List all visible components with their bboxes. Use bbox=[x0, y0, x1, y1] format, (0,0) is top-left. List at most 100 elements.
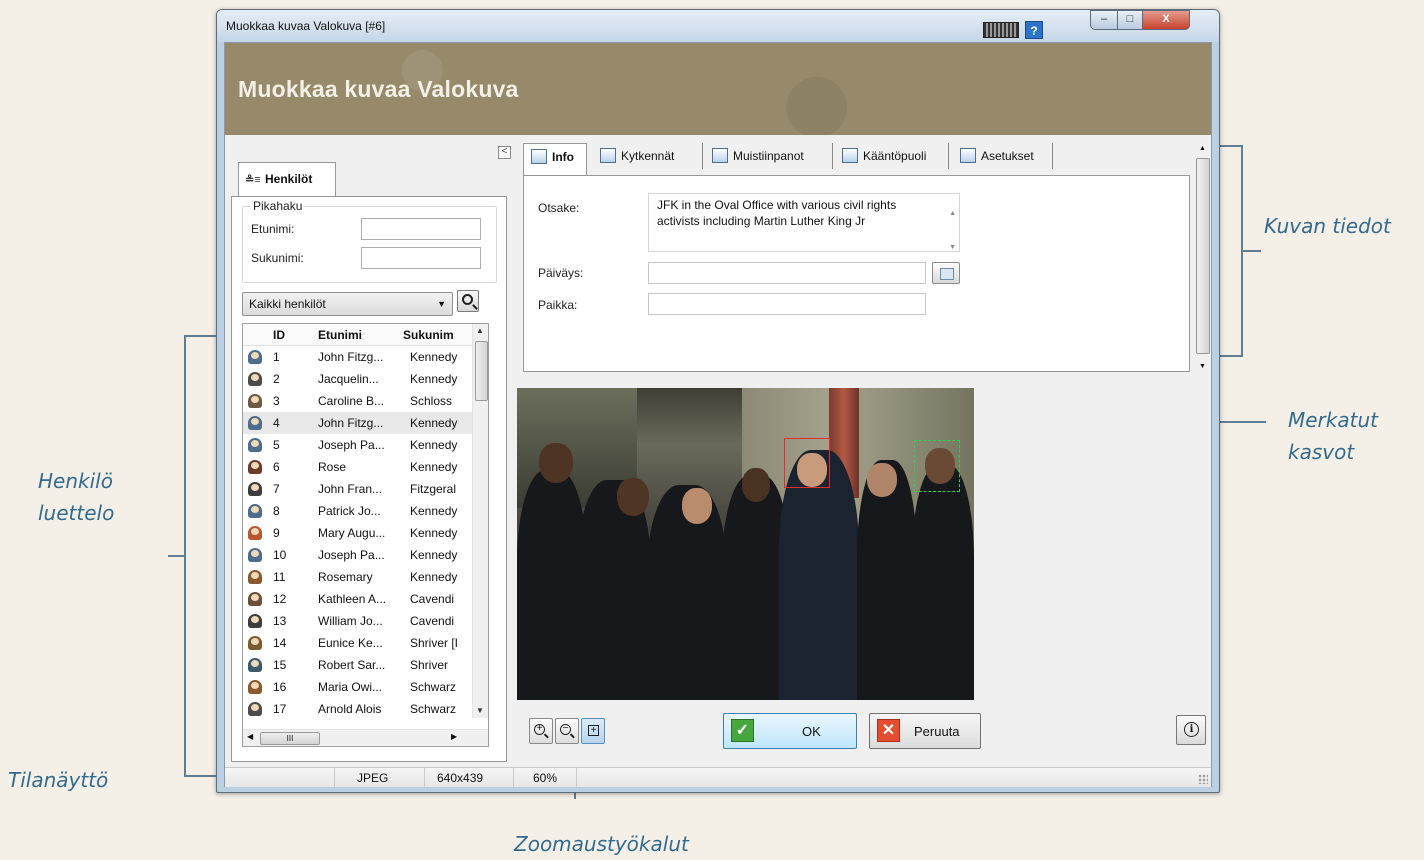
table-row[interactable]: 17 Arnold Alois Schwarz bbox=[243, 698, 473, 720]
row-last-name: Shriver [I bbox=[410, 636, 459, 650]
table-row[interactable]: 10 Joseph Pa... Kennedy bbox=[243, 544, 473, 566]
keyboard-icon[interactable] bbox=[983, 22, 1019, 38]
table-row[interactable]: 11 Rosemary Kennedy bbox=[243, 566, 473, 588]
table-row[interactable]: 7 John Fran... Fitzgeral bbox=[243, 478, 473, 500]
person-icon bbox=[248, 460, 262, 474]
table-row[interactable]: 6 Rose Kennedy bbox=[243, 456, 473, 478]
row-id: 11 bbox=[273, 570, 286, 584]
table-row[interactable]: 8 Patrick Jo... Kennedy bbox=[243, 500, 473, 522]
table-row[interactable]: 2 Jacquelin... Kennedy bbox=[243, 368, 473, 390]
column-last-name[interactable]: Sukunim bbox=[403, 328, 469, 342]
place-label: Paikka: bbox=[538, 298, 578, 312]
details-scroll-thumb[interactable] bbox=[1196, 158, 1210, 354]
row-last-name: Cavendi bbox=[410, 614, 455, 628]
tagged-face-box[interactable] bbox=[784, 438, 830, 488]
title-bar: Muokkaa kuvaa Valokuva [#6] ? – □ X bbox=[217, 10, 1219, 42]
callout-persons: Henkilö luettelo bbox=[38, 469, 115, 525]
title-field[interactable]: JFK in the Oval Office with various civi… bbox=[648, 193, 960, 252]
row-id: 16 bbox=[273, 680, 287, 694]
person-icon bbox=[248, 504, 262, 518]
app-window: Muokkaa kuvaa Valokuva [#6] ? – □ X Muok… bbox=[216, 9, 1220, 793]
last-name-field[interactable] bbox=[361, 247, 481, 269]
place-field[interactable] bbox=[648, 293, 926, 315]
person-icon bbox=[248, 482, 262, 496]
scroll-thumb[interactable] bbox=[475, 341, 488, 401]
ok-button[interactable]: ✓ OK bbox=[723, 713, 857, 749]
table-row[interactable]: 13 William Jo... Cavendi bbox=[243, 610, 473, 632]
tab-connections[interactable]: Kytkennät bbox=[593, 143, 703, 169]
tab-backside[interactable]: Kääntöpuoli bbox=[835, 143, 949, 169]
search-button[interactable] bbox=[457, 290, 479, 312]
about-button[interactable]: i bbox=[1176, 715, 1206, 745]
dialog-client: Muokkaa kuvaa Valokuva < ≗≡ Henkilöt Pika… bbox=[224, 42, 1212, 788]
scroll-left-icon[interactable]: ◀ bbox=[247, 732, 253, 741]
resize-grip[interactable] bbox=[1198, 774, 1208, 784]
memo-scroll-icon[interactable]: ▲ ▼ bbox=[949, 197, 956, 265]
tab-info-label: Info bbox=[552, 150, 574, 164]
person-filter-select[interactable]: Kaikki henkilöt ▼ bbox=[242, 292, 453, 316]
person-icon bbox=[248, 548, 262, 562]
table-row[interactable]: 5 Joseph Pa... Kennedy bbox=[243, 434, 473, 456]
table-vertical-scrollbar[interactable]: ▲ ▼ bbox=[472, 324, 488, 718]
zoom-out-button[interactable]: − bbox=[555, 718, 579, 744]
table-row[interactable]: 4 John Fitzg... Kennedy bbox=[243, 412, 473, 434]
zoom-in-button[interactable]: + bbox=[529, 718, 553, 744]
date-field[interactable] bbox=[648, 262, 926, 284]
row-last-name: Kennedy bbox=[410, 570, 458, 584]
row-id: 14 bbox=[273, 636, 287, 650]
scroll-right-icon[interactable]: ▶ bbox=[451, 732, 457, 741]
status-size: 640x439 bbox=[425, 768, 514, 788]
table-horizontal-scrollbar[interactable]: ◀ III ▶ bbox=[243, 729, 488, 746]
tagged-face-box[interactable] bbox=[914, 440, 960, 492]
table-row[interactable]: 12 Kathleen A... Cavendi bbox=[243, 588, 473, 610]
table-row[interactable]: 16 Maria Owi... Schwarz bbox=[243, 676, 473, 698]
maximize-button[interactable]: □ bbox=[1117, 10, 1143, 30]
help-icon[interactable]: ? bbox=[1025, 21, 1043, 39]
table-row[interactable]: 9 Mary Augu... Kennedy bbox=[243, 522, 473, 544]
scroll-down-icon[interactable]: ▼ bbox=[1199, 363, 1206, 370]
table-row[interactable]: 3 Caroline B... Schloss bbox=[243, 390, 473, 412]
person-filter-value: Kaikki henkilöt bbox=[249, 297, 326, 311]
scroll-down-icon[interactable]: ▼ bbox=[476, 706, 484, 715]
row-last-name: Cavendi bbox=[410, 592, 455, 606]
tab-persons[interactable]: ≗≡ Henkilöt bbox=[238, 162, 336, 197]
tab-notes[interactable]: Muistiinpanot bbox=[705, 143, 833, 169]
table-row[interactable]: 1 John Fitzg... Kennedy bbox=[243, 346, 473, 368]
photo-viewer[interactable] bbox=[517, 388, 1203, 700]
status-cell-empty bbox=[225, 768, 335, 788]
fit-to-window-button[interactable]: + bbox=[581, 718, 605, 744]
collapse-panel-button[interactable]: < bbox=[498, 146, 511, 159]
first-name-field[interactable] bbox=[361, 218, 481, 240]
person-icon bbox=[248, 438, 262, 452]
column-id[interactable]: ID bbox=[273, 328, 285, 342]
callout-info: Kuvan tiedot bbox=[1264, 214, 1391, 238]
row-first-name: Maria Owi... bbox=[318, 680, 383, 694]
photo-image[interactable] bbox=[517, 388, 974, 700]
column-first-name[interactable]: Etunimi bbox=[318, 328, 362, 342]
tab-info[interactable]: Info bbox=[523, 143, 587, 177]
row-id: 5 bbox=[273, 438, 280, 452]
table-row[interactable]: 15 Robert Sar... Shriver bbox=[243, 654, 473, 676]
horizontal-scroll-thumb[interactable]: III bbox=[260, 732, 320, 745]
scroll-up-icon[interactable]: ▲ bbox=[1199, 145, 1206, 152]
person-icon bbox=[248, 636, 262, 650]
person-icon bbox=[248, 394, 262, 408]
minimize-button[interactable]: – bbox=[1090, 10, 1118, 30]
row-id: 1 bbox=[273, 350, 280, 364]
cancel-button[interactable]: ✕ Peruuta bbox=[869, 713, 981, 749]
close-button[interactable]: X bbox=[1142, 10, 1190, 30]
settings-icon bbox=[960, 148, 976, 163]
flip-photo-icon bbox=[842, 148, 858, 163]
info-card-icon bbox=[531, 149, 547, 164]
calendar-button[interactable] bbox=[932, 262, 960, 284]
table-row[interactable]: 14 Eunice Ke... Shriver [I bbox=[243, 632, 473, 654]
row-id: 10 bbox=[273, 548, 287, 562]
tab-settings[interactable]: Asetukset bbox=[953, 143, 1053, 169]
row-id: 7 bbox=[273, 482, 280, 496]
quick-search-title: Pikahaku bbox=[251, 199, 305, 213]
row-last-name: Kennedy bbox=[410, 438, 458, 452]
scroll-up-icon[interactable]: ▲ bbox=[476, 326, 484, 335]
row-last-name: Kennedy bbox=[410, 350, 458, 364]
info-form: Otsake: JFK in the Oval Office with vari… bbox=[523, 175, 1190, 372]
details-scrollbar[interactable]: ▲ ▼ bbox=[1195, 143, 1210, 375]
